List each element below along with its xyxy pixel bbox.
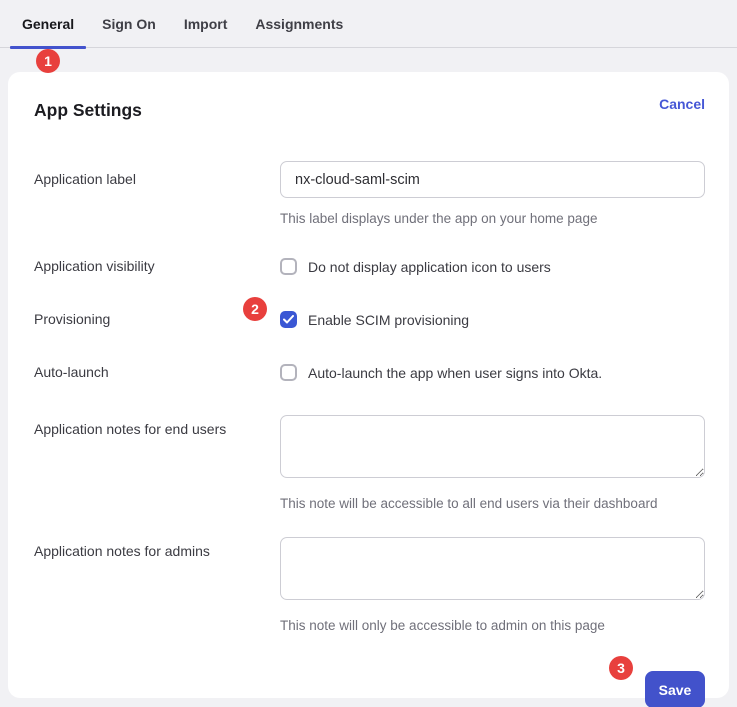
scim-provisioning-checkbox-label[interactable]: Enable SCIM provisioning	[308, 312, 469, 328]
page-title: App Settings	[34, 96, 142, 121]
row-application-label: Application label This label displays un…	[34, 161, 705, 226]
auto-launch-label: Auto-launch	[34, 364, 280, 380]
application-label-helper: This label displays under the app on you…	[280, 211, 705, 226]
row-notes-end-users: Application notes for end users This not…	[34, 415, 705, 511]
notes-end-users-helper: This note will be accessible to all end …	[280, 496, 705, 511]
checkmark-icon	[283, 315, 294, 324]
cancel-link[interactable]: Cancel	[659, 96, 705, 112]
auto-launch-control: Auto-launch the app when user signs into…	[280, 364, 705, 381]
card-header: App Settings Cancel	[34, 96, 705, 121]
auto-launch-checkbox-label[interactable]: Auto-launch the app when user signs into…	[308, 365, 602, 381]
annotation-badge-2: 2	[243, 297, 267, 321]
tab-assignments[interactable]: Assignments	[241, 0, 357, 47]
visibility-checkbox[interactable]	[280, 258, 297, 275]
row-auto-launch: Auto-launch Auto-launch the app when use…	[34, 364, 705, 381]
app-settings-card: App Settings Cancel Application label Th…	[8, 72, 729, 698]
tab-sign-on[interactable]: Sign On	[88, 0, 170, 47]
notes-admins-label: Application notes for admins	[34, 537, 280, 633]
visibility-checkbox-label[interactable]: Do not display application icon to users	[308, 259, 551, 275]
row-notes-admins: Application notes for admins This note w…	[34, 537, 705, 633]
application-label-control: This label displays under the app on you…	[280, 161, 705, 226]
tab-bar: General Sign On Import Assignments	[0, 0, 737, 48]
save-row: Save	[34, 671, 705, 707]
notes-admins-control: This note will only be accessible to adm…	[280, 537, 705, 633]
tab-import[interactable]: Import	[170, 0, 242, 47]
application-label-input[interactable]	[280, 161, 705, 198]
notes-end-users-textarea[interactable]	[280, 415, 705, 478]
scim-provisioning-checkbox[interactable]	[280, 311, 297, 328]
save-button[interactable]: Save	[645, 671, 705, 707]
row-provisioning: Provisioning Enable SCIM provisioning	[34, 311, 705, 328]
notes-admins-textarea[interactable]	[280, 537, 705, 600]
notes-end-users-control: This note will be accessible to all end …	[280, 415, 705, 511]
annotation-badge-1: 1	[36, 49, 60, 73]
row-application-visibility: Application visibility Do not display ap…	[34, 258, 705, 275]
annotation-badge-3: 3	[609, 656, 633, 680]
auto-launch-checkbox[interactable]	[280, 364, 297, 381]
application-visibility-control: Do not display application icon to users	[280, 258, 705, 275]
provisioning-control: Enable SCIM provisioning	[280, 311, 705, 328]
application-visibility-label: Application visibility	[34, 258, 280, 274]
app-settings-page: General Sign On Import Assignments 1 2 3…	[0, 0, 737, 707]
notes-admins-helper: This note will only be accessible to adm…	[280, 618, 705, 633]
application-label-label: Application label	[34, 161, 280, 226]
notes-end-users-label: Application notes for end users	[34, 415, 280, 511]
tab-general[interactable]: General	[8, 0, 88, 47]
